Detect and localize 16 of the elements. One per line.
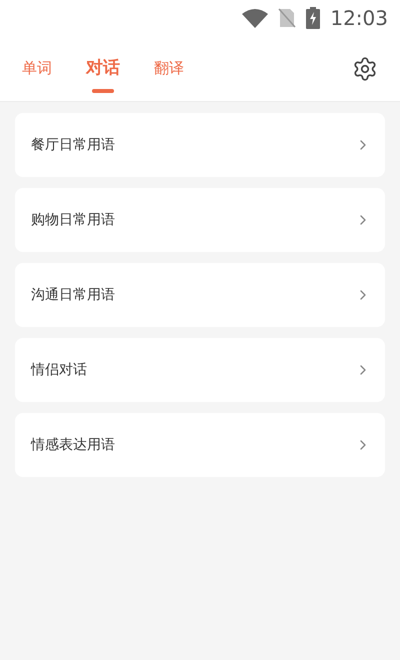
topic-title: 情感表达用语 [31, 436, 115, 454]
topic-title: 购物日常用语 [31, 210, 115, 230]
settings-icon[interactable] [352, 56, 378, 82]
topic-card[interactable]: 购物日常用语 [15, 188, 385, 252]
battery-charging-icon [306, 7, 320, 29]
topic-title: 沟通日常用语 [31, 286, 115, 304]
wifi-icon [242, 8, 268, 28]
topic-card[interactable]: 情侣对话 [15, 338, 385, 402]
topic-card[interactable]: 沟通日常用语 [15, 263, 385, 327]
topic-card[interactable]: 情感表达用语 [15, 413, 385, 477]
topic-title: 餐厅日常用语 [31, 136, 115, 154]
topic-card[interactable]: 餐厅日常用语 [15, 113, 385, 177]
tab-indicator [92, 88, 114, 92]
topic-title: 情侣对话 [31, 360, 87, 380]
status-time: 12:03 [330, 5, 388, 32]
no-sim-icon [278, 8, 296, 28]
